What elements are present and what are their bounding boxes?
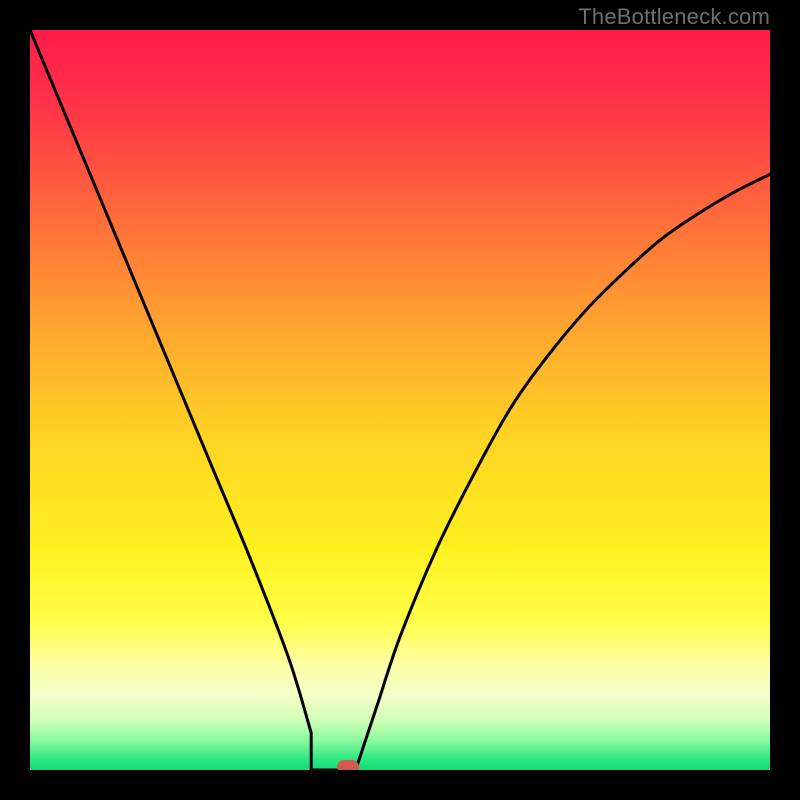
bottleneck-curve — [30, 30, 770, 770]
chart-frame: TheBottleneck.com — [0, 0, 800, 800]
plot-area — [30, 30, 770, 770]
watermark-text: TheBottleneck.com — [578, 4, 770, 30]
optimal-point-marker — [337, 760, 359, 770]
